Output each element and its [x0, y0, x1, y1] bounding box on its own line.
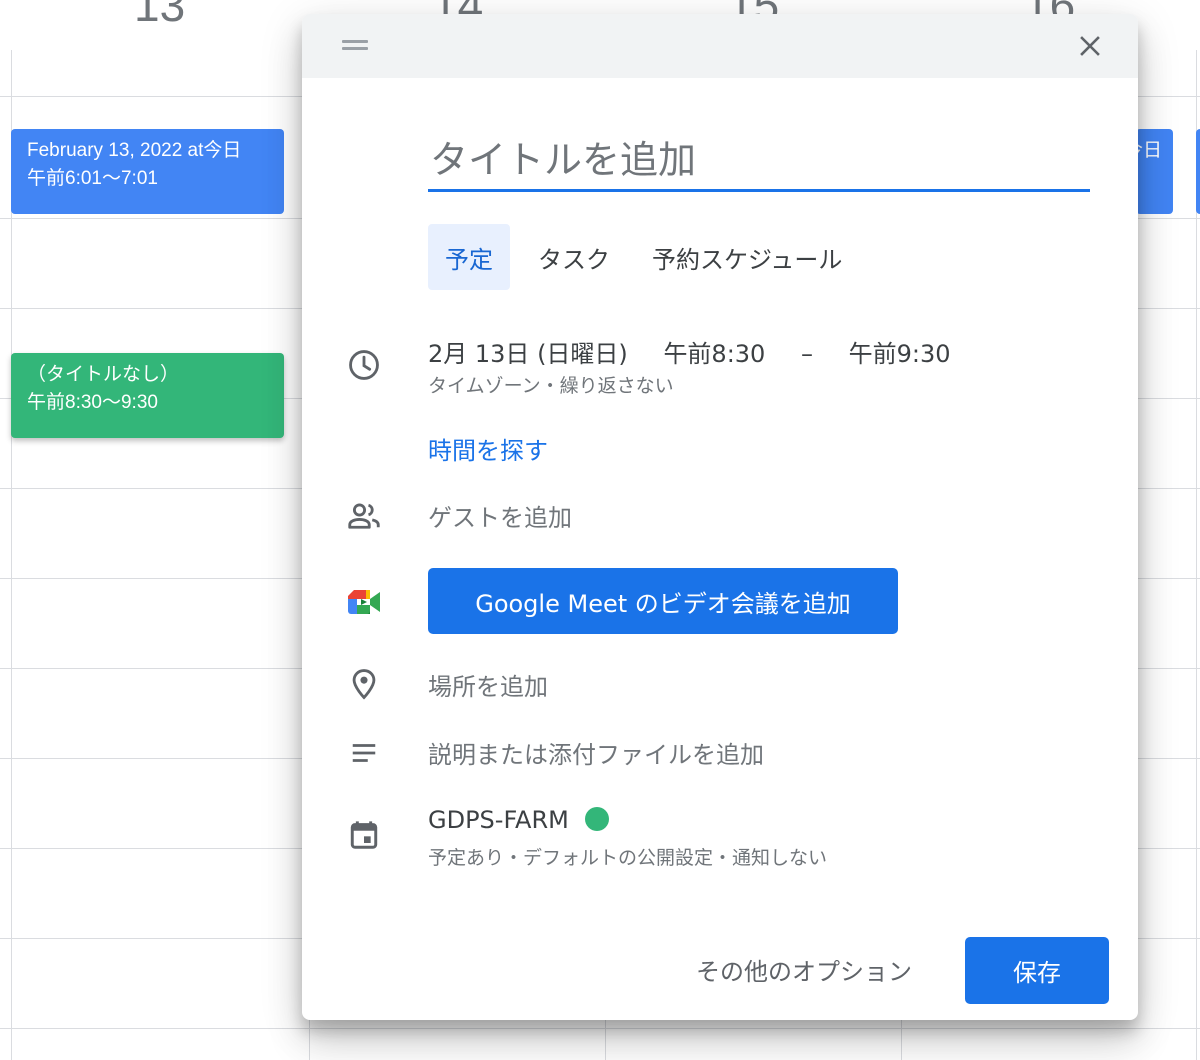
- more-options-button[interactable]: その他のオプション: [696, 952, 912, 987]
- people-icon: [346, 498, 382, 534]
- event-end-time[interactable]: 午前9:30: [849, 340, 951, 368]
- tab-task[interactable]: タスク: [524, 224, 624, 290]
- event-title: February 13, 2022 at今日: [27, 140, 242, 161]
- calendar-icon: [346, 817, 382, 853]
- calendar-event[interactable]: [1196, 129, 1200, 214]
- event-time: 午前8:30〜9:30: [27, 392, 158, 413]
- event-create-dialog: 予定 タスク 予約スケジュール 2月 13日 (日曜日) 午前8:30 – 午前…: [302, 14, 1138, 1020]
- title-input[interactable]: [428, 130, 1090, 192]
- timezone-repeat[interactable]: タイムゾーン・繰り返さない: [428, 371, 674, 398]
- event-title: （タイトルなし）: [27, 364, 180, 385]
- grid-line: [0, 1028, 1200, 1029]
- add-description-field[interactable]: 説明または添付ファイルを追加: [428, 735, 764, 770]
- event-type-tabs: 予定 タスク 予約スケジュール: [428, 224, 870, 290]
- tab-appointment-schedule[interactable]: 予約スケジュール: [638, 224, 856, 290]
- add-guests-field[interactable]: ゲストを追加: [428, 498, 572, 533]
- notes-icon: [346, 735, 382, 771]
- find-time-link[interactable]: 時間を探す: [428, 431, 548, 466]
- location-pin-icon: [346, 666, 382, 702]
- add-google-meet-button[interactable]: Google Meet のビデオ会議を追加: [428, 568, 898, 634]
- event-date[interactable]: 2月 13日 (日曜日): [428, 340, 628, 368]
- calendar-color-dot[interactable]: [584, 807, 609, 831]
- event-time: 午前6:01〜7:01: [27, 168, 158, 189]
- day-number[interactable]: 13: [134, 0, 185, 32]
- dialog-header[interactable]: [302, 14, 1138, 78]
- close-icon: [1080, 36, 1100, 56]
- close-button[interactable]: [1072, 28, 1108, 64]
- calendar-event-selected[interactable]: （タイトルなし） 午前8:30〜9:30: [11, 353, 284, 438]
- calendar-name: GDPS-FARM: [428, 806, 569, 834]
- calendar-event[interactable]: February 13, 2022 at今日 午前6:01〜7:01: [11, 129, 284, 214]
- availability-visibility-notification[interactable]: 予定あり・デフォルトの公開設定・通知しない: [428, 843, 827, 870]
- time-separator: –: [800, 340, 813, 368]
- calendar-event[interactable]: 今日: [1136, 129, 1173, 214]
- event-datetime[interactable]: 2月 13日 (日曜日) 午前8:30 – 午前9:30: [428, 334, 979, 369]
- add-location-field[interactable]: 場所を追加: [428, 667, 548, 702]
- event-title: 今日: [1136, 140, 1163, 161]
- event-start-time[interactable]: 午前8:30: [663, 340, 765, 368]
- calendar-selector[interactable]: GDPS-FARM: [428, 806, 609, 834]
- drag-handle-icon[interactable]: [342, 38, 370, 50]
- tab-event[interactable]: 予定: [428, 224, 510, 290]
- clock-icon: [346, 347, 382, 383]
- google-meet-icon: [346, 584, 382, 620]
- save-button[interactable]: 保存: [965, 937, 1109, 1004]
